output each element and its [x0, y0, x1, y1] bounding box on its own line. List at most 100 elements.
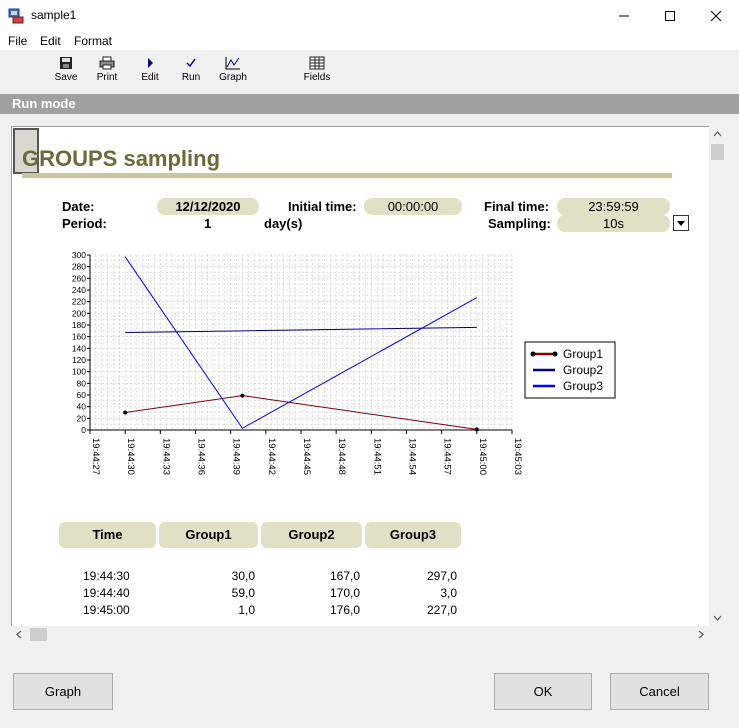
cell-group3: 227,0 — [426, 603, 457, 617]
vertical-scrollbar[interactable] — [709, 126, 726, 626]
vertical-scroll-thumb[interactable] — [711, 144, 724, 160]
cell-group2: 167,0 — [329, 569, 360, 583]
period-value[interactable]: 1 — [204, 216, 211, 231]
scroll-down-icon[interactable] — [709, 609, 726, 626]
x-tick-label: 19:44:27 — [90, 438, 101, 475]
period-label: Period: — [62, 216, 107, 231]
graph-icon — [225, 57, 240, 70]
cell-time: 19:44:40 — [83, 586, 130, 600]
y-tick-label: 20 — [77, 413, 87, 423]
cell-group2: 176,0 — [329, 603, 360, 617]
y-tick-label: 120 — [72, 355, 86, 365]
y-tick-label: 80 — [77, 378, 87, 388]
horizontal-scrollbar[interactable] — [11, 626, 709, 643]
y-tick-label: 280 — [72, 262, 86, 272]
x-tick-label: 19:44:36 — [196, 438, 207, 475]
horizontal-scroll-thumb[interactable] — [30, 628, 47, 641]
chevron-down-icon — [677, 220, 685, 226]
save-label: Save — [54, 72, 78, 83]
sampling-dropdown[interactable] — [673, 215, 689, 231]
app-icon — [8, 8, 24, 24]
graph-tool-button[interactable]: Graph — [213, 56, 253, 83]
close-button[interactable] — [693, 0, 739, 31]
cancel-button[interactable]: Cancel — [610, 673, 709, 710]
legend-marker — [552, 351, 558, 357]
menu-format[interactable]: Format — [74, 34, 112, 48]
print-button[interactable]: Print — [87, 56, 127, 83]
legend-marker — [530, 351, 536, 357]
save-button[interactable]: Save — [46, 56, 86, 83]
maximize-icon — [665, 10, 675, 21]
initial-time-field[interactable]: 00:00:00 — [364, 198, 462, 215]
triangle-right-icon — [148, 58, 153, 68]
print-label: Print — [96, 72, 118, 83]
legend-label: Group3 — [563, 379, 603, 393]
x-tick-label: 19:44:39 — [231, 438, 242, 475]
group-chart: 3002802602402202001801601401201008060402… — [72, 250, 616, 475]
final-time-field[interactable]: 23:59:59 — [557, 198, 670, 215]
col-header-time: Time — [59, 522, 156, 548]
checkmark-icon — [186, 58, 196, 68]
y-tick-label: 40 — [77, 402, 87, 412]
date-field[interactable]: 12/12/2020 — [157, 198, 259, 215]
page-title: GROUPS sampling — [22, 146, 221, 171]
scroll-left-icon[interactable] — [11, 626, 28, 643]
y-tick-label: 160 — [72, 332, 86, 342]
y-tick-label: 200 — [72, 308, 86, 318]
cell-group1: 59,0 — [231, 586, 255, 600]
cell-group1: 30,0 — [231, 569, 255, 583]
run-label: Run — [181, 72, 201, 83]
sampling-field[interactable]: 10s — [557, 215, 670, 232]
edit-button[interactable]: Edit — [130, 56, 170, 83]
sampling-label: Sampling: — [488, 216, 551, 231]
printer-icon — [99, 56, 115, 70]
data-point — [123, 410, 128, 415]
y-tick-label: 300 — [72, 250, 86, 260]
final-time-label: Final time: — [484, 199, 550, 214]
minimize-button[interactable] — [601, 0, 647, 31]
ok-button[interactable]: OK — [494, 673, 592, 710]
x-tick-label: 19:45:00 — [477, 438, 488, 475]
mode-bar: Run mode — [0, 94, 739, 114]
report-canvas[interactable]: GROUPS sampling Date: 12/12/2020 Initial… — [11, 126, 709, 626]
y-tick-label: 260 — [72, 273, 86, 283]
y-tick-label: 240 — [72, 285, 86, 295]
x-tick-label: 19:44:42 — [266, 438, 277, 475]
y-tick-label: 0 — [81, 425, 86, 435]
col-header-group1: Group1 — [159, 522, 258, 548]
graph-tool-label: Graph — [219, 72, 247, 83]
legend-label: Group2 — [563, 363, 603, 377]
x-tick-label: 19:44:33 — [160, 438, 171, 475]
scroll-right-icon[interactable] — [692, 626, 709, 643]
cell-time: 19:44:30 — [83, 569, 130, 583]
x-tick-label: 19:44:48 — [336, 438, 347, 475]
edit-label: Edit — [141, 72, 159, 83]
menu-bar: File Edit Format — [0, 31, 739, 50]
x-tick-label: 19:44:30 — [125, 438, 136, 475]
cell-group1: 1,0 — [238, 603, 255, 617]
window-title: sample1 — [31, 8, 77, 22]
legend-label: Group1 — [563, 347, 603, 361]
x-tick-label: 19:44:45 — [301, 438, 312, 475]
initial-time-label: Initial time: — [288, 199, 357, 214]
maximize-button[interactable] — [647, 0, 693, 31]
menu-edit[interactable]: Edit — [40, 34, 61, 48]
series-line-group3 — [124, 256, 478, 429]
x-tick-label: 19:44:57 — [442, 438, 453, 475]
graph-button[interactable]: Graph — [13, 673, 113, 710]
x-tick-label: 19:44:54 — [407, 438, 418, 475]
x-tick-label: 19:45:03 — [512, 438, 523, 475]
run-button[interactable]: Run — [171, 56, 211, 83]
y-tick-label: 220 — [72, 297, 86, 307]
cell-group3: 3,0 — [440, 586, 457, 600]
scroll-up-icon[interactable] — [709, 126, 726, 143]
fields-label: Fields — [303, 72, 331, 83]
y-tick-label: 100 — [72, 367, 86, 377]
y-tick-label: 180 — [72, 320, 86, 330]
menu-file[interactable]: File — [8, 34, 27, 48]
cell-group3: 297,0 — [426, 569, 457, 583]
close-icon — [711, 10, 721, 21]
fields-button[interactable]: Fields — [297, 56, 337, 83]
data-point — [240, 393, 245, 398]
period-unit: day(s) — [264, 216, 303, 231]
